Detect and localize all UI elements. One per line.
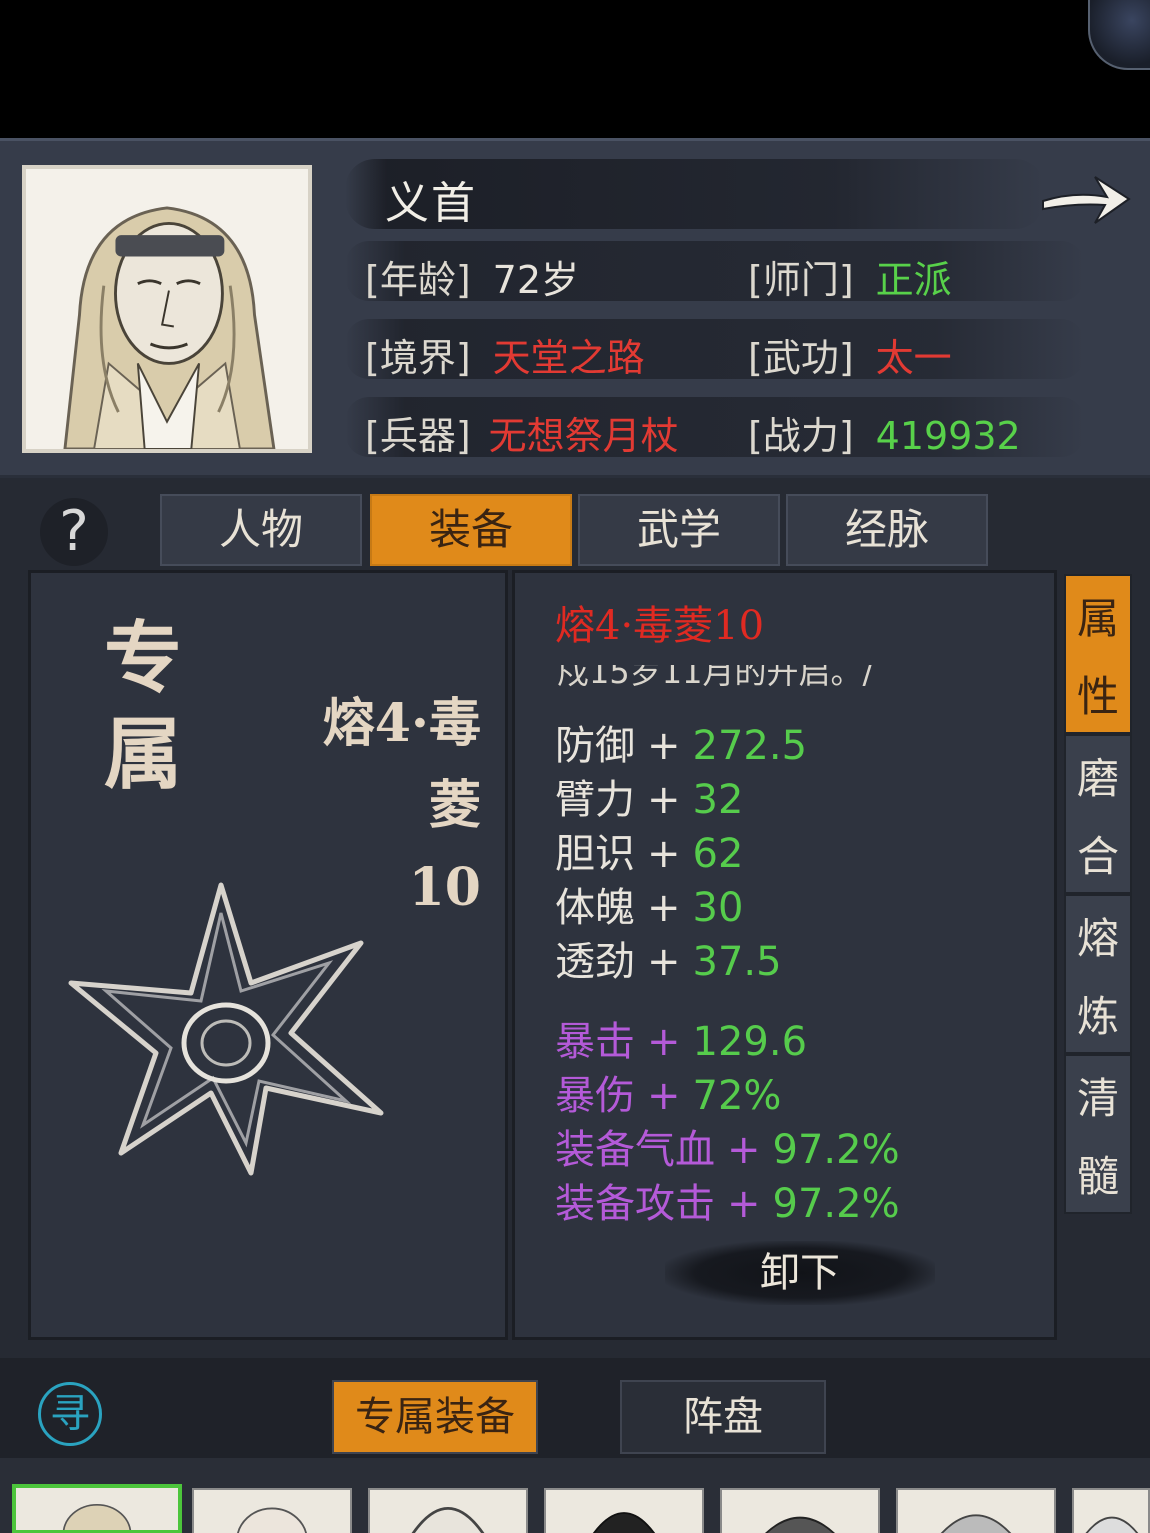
shuriken-item-icon	[68, 882, 384, 1176]
character-header: 义首 [年龄] 72岁 [师门] 正派 [境界] 天堂之路 [武功] 太一 [兵器] 无想…	[0, 138, 1150, 478]
tab-equipment[interactable]: 装备	[370, 494, 572, 566]
tab-meridians[interactable]: 经脉	[786, 494, 988, 566]
item-detail-box: 熔4·毒菱10 戍15岁11月的开启。/ 防御 +272.5 臂力 +32 胆识 +6…	[512, 570, 1057, 1340]
stat-weapon: [兵器] 无想祭月杖	[365, 405, 679, 460]
roster-portrait[interactable]	[544, 1488, 704, 1533]
stat-sect: [师门] 正派	[748, 249, 952, 304]
item-category-label: 专属	[103, 613, 182, 800]
tab-formation[interactable]: 阵盘	[620, 1380, 826, 1454]
stat-age: [年龄] 72岁	[365, 249, 579, 304]
attr-row: 体魄 +30	[555, 885, 744, 931]
special-attr-row: 暴伤 +72%	[555, 1073, 782, 1119]
roster-portrait[interactable]	[720, 1488, 880, 1533]
side-tab-smelt[interactable]: 熔炼	[1064, 894, 1132, 1054]
stat-martial: [武功] 太一	[748, 327, 952, 382]
item-name-line: 熔4·毒	[322, 693, 481, 754]
top-letterbox	[0, 0, 1150, 138]
character-roster	[0, 1458, 1150, 1533]
side-tab-cleanse[interactable]: 清髓	[1064, 1054, 1132, 1214]
weapon-label: [兵器]	[365, 414, 471, 458]
character-name: 义首	[385, 178, 477, 229]
stat-realm: [境界] 天堂之路	[365, 327, 645, 382]
tab-martial-arts[interactable]: 武学	[578, 494, 780, 566]
power-value: 419932	[875, 414, 1021, 458]
bottom-tab-bar: 寻 专属装备 阵盘	[0, 1358, 1150, 1458]
sect-value: 正派	[875, 258, 952, 302]
unequip-button[interactable]: 卸下	[665, 1241, 935, 1305]
roster-portrait[interactable]	[1072, 1488, 1150, 1533]
seek-icon[interactable]: 寻	[38, 1382, 102, 1446]
item-title: 熔4·毒菱10	[555, 603, 765, 649]
special-attr-row: 装备气血 +97.2%	[555, 1127, 900, 1173]
item-description-scrolled: 戍15岁11月的开启。/	[557, 665, 874, 691]
next-character-arrow-icon[interactable]	[1035, 163, 1135, 233]
side-tab-refine[interactable]: 磨合	[1064, 734, 1132, 894]
roster-portrait[interactable]	[896, 1488, 1056, 1533]
tab-exclusive-equipment[interactable]: 专属装备	[332, 1380, 538, 1454]
martial-value: 太一	[875, 336, 952, 380]
sect-label: [师门]	[748, 258, 854, 302]
special-attr-row: 装备攻击 +97.2%	[555, 1181, 900, 1227]
attr-row: 胆识 +62	[555, 831, 744, 877]
power-label: [战力]	[748, 414, 854, 458]
item-name-line: 菱	[428, 775, 481, 836]
realm-label: [境界]	[365, 336, 471, 380]
roster-portrait[interactable]	[192, 1488, 352, 1533]
item-preview-box: 专属 熔4·毒 菱 10	[28, 570, 508, 1340]
age-label: [年龄]	[365, 258, 471, 302]
attr-row: 臂力 +32	[555, 777, 744, 823]
weapon-value: 无想祭月杖	[488, 414, 679, 458]
age-value: 72岁	[492, 258, 580, 302]
roster-portrait[interactable]	[368, 1488, 528, 1533]
roster-portrait-selected[interactable]	[12, 1484, 182, 1533]
tab-character[interactable]: 人物	[160, 494, 362, 566]
stat-power: [战力] 419932	[748, 405, 1021, 460]
help-icon[interactable]: ?	[40, 498, 108, 566]
attr-row: 防御 +272.5	[555, 723, 808, 769]
side-tab-attributes[interactable]: 属性	[1064, 574, 1132, 734]
equipment-panel: ? 人物 装备 武学 经脉 专属 熔4·毒 菱 10 熔4·毒菱10 戍15岁1…	[0, 478, 1150, 1358]
special-attr-row: 暴击 +129.6	[555, 1019, 808, 1065]
martial-label: [武功]	[748, 336, 854, 380]
portrait-elder-icon	[26, 169, 308, 449]
character-portrait	[22, 165, 312, 453]
attr-row: 透劲 +37.5	[555, 939, 782, 985]
realm-value: 天堂之路	[492, 336, 645, 380]
